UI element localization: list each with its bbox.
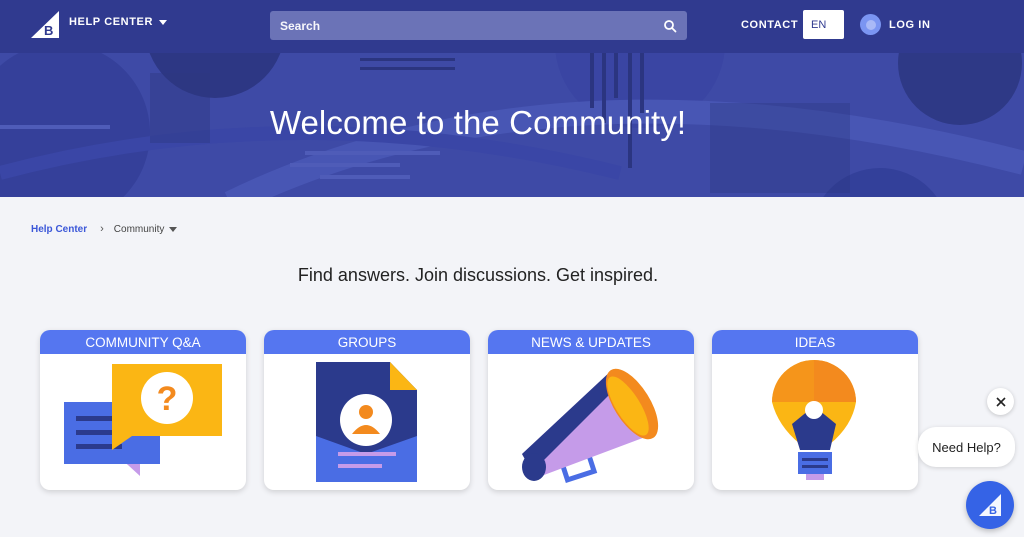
chevron-down-icon [169, 226, 178, 232]
bigcommerce-logo-icon: B [979, 494, 1001, 517]
tagline: Find answers. Join discussions. Get insp… [297, 265, 659, 285]
chevron-down-icon [159, 19, 168, 25]
card-groups[interactable]: GROUPS [264, 330, 470, 490]
page-title: Welcome to the Community! [269, 104, 687, 141]
top-navigation: B HELP CENTER CONTACT EN LOG IN [0, 0, 1024, 53]
card-title: NEWS & UPDATES [488, 330, 694, 354]
login-label: LOG IN [889, 18, 931, 31]
bigcommerce-logo-icon[interactable]: B [31, 11, 59, 38]
card-title: IDEAS [712, 330, 918, 354]
search-icon[interactable] [663, 19, 677, 33]
breadcrumb-help-center[interactable]: Help Center [31, 224, 87, 235]
breadcrumb-community-label: Community [113, 223, 165, 235]
card-news-updates[interactable]: NEWS & UPDATES [488, 330, 694, 490]
svg-text:B: B [989, 505, 997, 517]
hero-banner: Welcome to the Community! [0, 53, 1024, 197]
group-document-icon [316, 362, 417, 482]
breadcrumb-separator: › [100, 223, 104, 235]
help-center-label: HELP CENTER [69, 16, 154, 28]
search-bar [270, 11, 687, 40]
card-ideas[interactable]: IDEAS [712, 330, 918, 490]
card-community-qa[interactable]: COMMUNITY Q&A ? [40, 330, 246, 490]
svg-text:B: B [44, 23, 53, 38]
language-selector[interactable]: EN [803, 10, 844, 39]
need-help-bubble[interactable]: Need Help? [918, 427, 1015, 467]
contact-link[interactable]: CONTACT [741, 19, 798, 31]
chat-question-icon: ? [64, 364, 222, 476]
login-button[interactable]: LOG IN [860, 14, 931, 35]
card-title: COMMUNITY Q&A [40, 330, 246, 354]
breadcrumb: Help Center › Community [31, 223, 178, 235]
user-avatar-icon [860, 14, 881, 35]
search-input[interactable] [280, 18, 663, 33]
svg-text:?: ? [157, 380, 178, 418]
close-icon [995, 396, 1006, 407]
chat-close-button[interactable] [987, 388, 1014, 415]
help-center-menu[interactable]: HELP CENTER [69, 16, 168, 28]
breadcrumb-community[interactable]: Community [114, 224, 178, 235]
lightbulb-icon [772, 360, 856, 480]
chat-launcher-button[interactable]: B [966, 481, 1014, 529]
card-title: GROUPS [264, 330, 470, 354]
megaphone-icon [522, 368, 659, 484]
